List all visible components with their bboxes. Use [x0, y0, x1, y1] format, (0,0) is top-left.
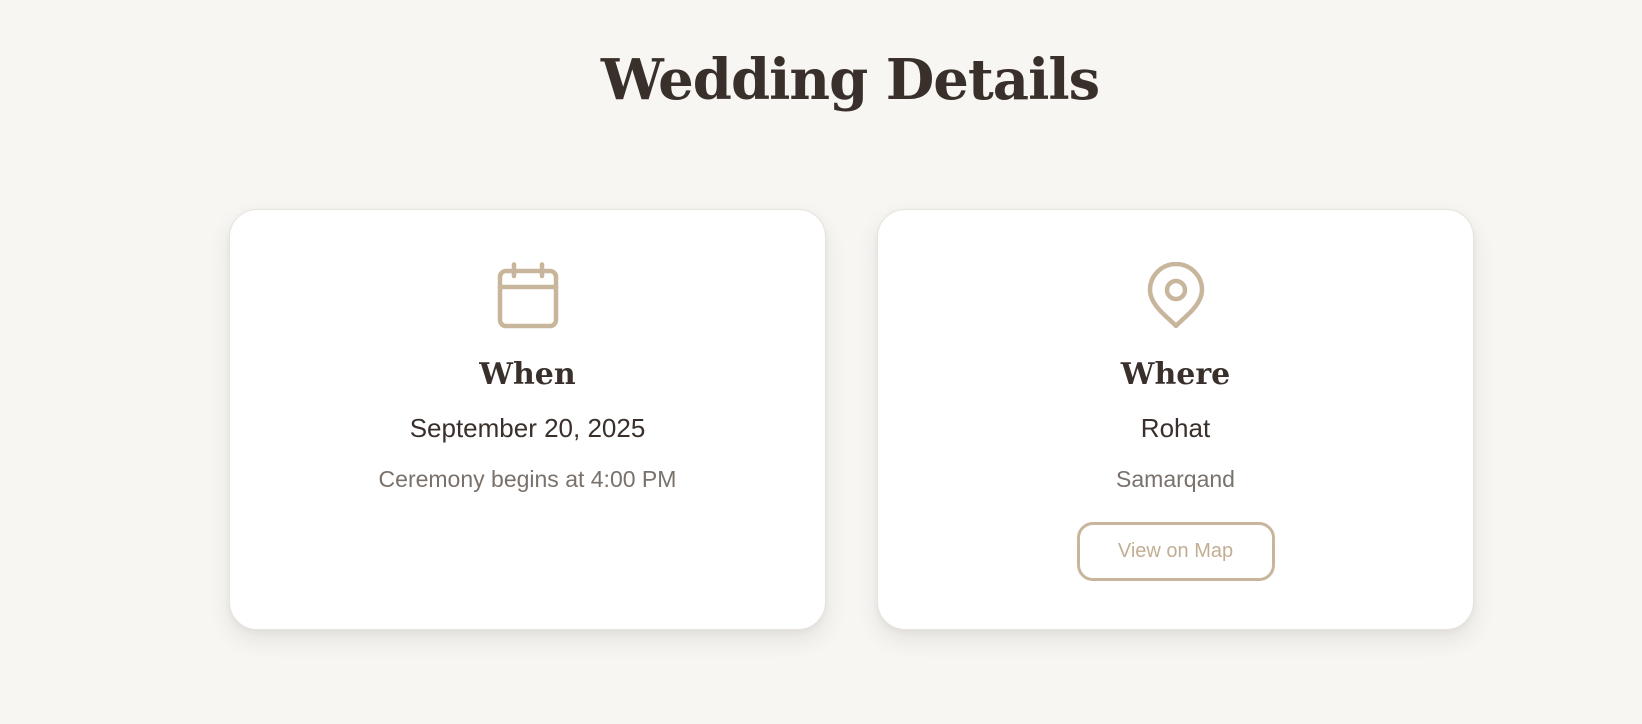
when-heading: When [479, 357, 576, 392]
calendar-icon [496, 262, 560, 330]
where-card: Where Rohat Samarqand View on Map [877, 209, 1474, 630]
where-heading: Where [1120, 357, 1231, 392]
wedding-details-section: Wedding Details When September 20, 2025 … [0, 0, 1642, 724]
venue-city: Samarqand [1116, 466, 1235, 492]
page-title: Wedding Details [600, 47, 1100, 113]
ceremony-time: Ceremony begins at 4:00 PM [378, 466, 677, 492]
map-pin-icon [1144, 262, 1208, 330]
view-on-map-button[interactable]: View on Map [1076, 522, 1275, 581]
when-card: When September 20, 2025 Ceremony begins … [229, 209, 826, 630]
event-date: September 20, 2025 [409, 413, 646, 443]
venue-name: Rohat [1140, 413, 1211, 443]
